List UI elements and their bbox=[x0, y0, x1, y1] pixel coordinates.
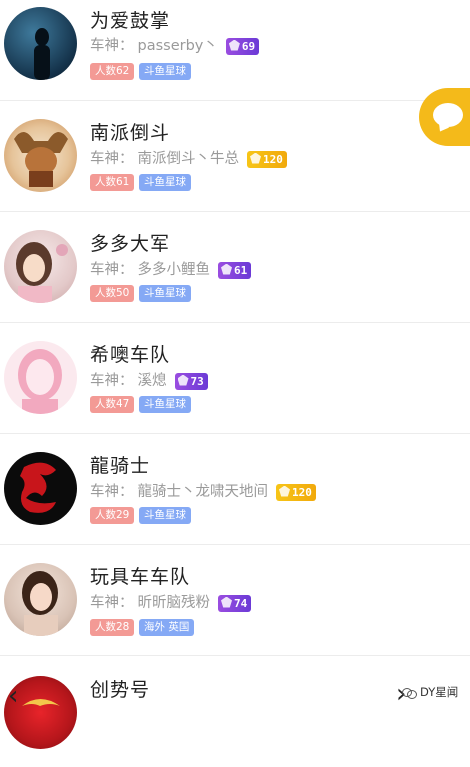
car-god-line: 车神： passerby丶 69 bbox=[90, 34, 260, 55]
level-gem-icon bbox=[177, 374, 189, 386]
chevron-left-icon[interactable]: ‹ bbox=[8, 683, 18, 709]
avatar-image bbox=[22, 571, 58, 636]
level-badge: 120 bbox=[276, 483, 316, 501]
car-god-label: 车神： bbox=[90, 262, 134, 278]
member-count-tag: 人数47 bbox=[90, 396, 135, 413]
floating-chat-button[interactable] bbox=[419, 88, 470, 146]
level-gem-icon bbox=[221, 263, 232, 275]
watermark: DY星闻 bbox=[402, 684, 458, 700]
member-count-tag: 人数28 bbox=[90, 619, 135, 636]
avatar-image bbox=[34, 28, 50, 80]
member-count-tag: 人数61 bbox=[90, 174, 135, 191]
car-god-line: 车神： 溪熄 73 bbox=[90, 369, 208, 390]
team-name: 玩具车车队 bbox=[90, 566, 191, 588]
level-gem-icon bbox=[279, 485, 290, 497]
level-value: 74 bbox=[234, 596, 248, 610]
source-tag: 斗鱼星球 bbox=[139, 285, 191, 302]
car-god-label: 车神： bbox=[90, 373, 134, 389]
car-god-label: 车神： bbox=[90, 151, 134, 167]
avatar-image bbox=[18, 349, 62, 414]
team-name: 多多大军 bbox=[90, 233, 171, 255]
team-avatar bbox=[4, 230, 77, 303]
level-value: 120 bbox=[292, 485, 312, 499]
level-badge: 120 bbox=[247, 150, 287, 168]
source-tag: 斗鱼星球 bbox=[139, 507, 191, 524]
source-tag: 海外 英国 bbox=[139, 619, 195, 636]
team-row[interactable]: 为爱鼓掌 车神： passerby丶 69 人数62 斗鱼星球 bbox=[0, 0, 470, 101]
car-god-line: 车神： 南派倒斗丶牛总 120 bbox=[90, 147, 287, 168]
level-value: 69 bbox=[241, 39, 256, 53]
level-gem-icon bbox=[221, 596, 232, 608]
member-count-tag: 人数62 bbox=[90, 63, 135, 80]
team-avatar bbox=[4, 119, 77, 192]
level-badge: 69 bbox=[225, 37, 260, 55]
avatar-image bbox=[20, 462, 56, 513]
team-name: 创势号 bbox=[90, 679, 151, 701]
chat-bubble-icon bbox=[433, 103, 463, 127]
car-god-name: 昕昕脑残粉 bbox=[137, 595, 211, 611]
level-gem-icon bbox=[250, 152, 261, 164]
member-count-tag: 人数29 bbox=[90, 507, 135, 524]
team-avatar bbox=[4, 341, 77, 414]
avatar-image bbox=[16, 242, 68, 303]
car-god-line: 车神： 昕昕脑残粉 74 bbox=[90, 591, 252, 612]
member-count-tag: 人数50 bbox=[90, 285, 135, 302]
level-badge: 74 bbox=[218, 594, 252, 612]
team-avatar bbox=[4, 452, 77, 525]
team-row[interactable]: 希噢车队 车神： 溪熄 73 人数47 斗鱼星球 bbox=[0, 323, 470, 434]
team-name: 南派倒斗 bbox=[90, 122, 171, 144]
wechat-icon bbox=[402, 687, 417, 699]
team-avatar bbox=[4, 563, 77, 636]
car-god-line: 车神： 多多小鲤鱼 61 bbox=[90, 258, 252, 279]
level-value: 73 bbox=[190, 374, 204, 388]
team-row[interactable]: 多多大军 车神： 多多小鲤鱼 61 人数50 斗鱼星球 bbox=[0, 212, 470, 323]
team-row[interactable]: 创势号 bbox=[0, 656, 470, 767]
team-row[interactable]: 玩具车车队 车神： 昕昕脑残粉 74 人数28 海外 英国 bbox=[0, 545, 470, 656]
team-name: 为爱鼓掌 bbox=[90, 10, 171, 32]
source-tag: 斗鱼星球 bbox=[139, 396, 191, 413]
car-god-name: 南派倒斗丶牛总 bbox=[137, 151, 240, 167]
watermark-text: DY星闻 bbox=[420, 685, 459, 699]
car-god-line: 车神： 龍骑士丶龙啸天地间 120 bbox=[90, 480, 316, 501]
level-badge: 61 bbox=[218, 261, 252, 279]
car-god-label: 车神： bbox=[90, 484, 134, 500]
avatar-image bbox=[14, 131, 68, 187]
car-god-name: 龍骑士丶龙啸天地间 bbox=[137, 484, 269, 500]
car-god-name: 多多小鲤鱼 bbox=[137, 262, 211, 278]
car-god-name: passerby丶 bbox=[137, 38, 218, 54]
source-tag: 斗鱼星球 bbox=[139, 174, 191, 191]
level-gem-icon bbox=[228, 39, 240, 51]
level-value: 61 bbox=[234, 263, 248, 277]
team-row[interactable]: 南派倒斗 车神： 南派倒斗丶牛总 120 人数61 斗鱼星球 bbox=[0, 101, 470, 212]
level-badge: 73 bbox=[174, 372, 208, 390]
car-god-label: 车神： bbox=[90, 595, 134, 611]
team-row[interactable]: 龍骑士 车神： 龍骑士丶龙啸天地间 120 人数29 斗鱼星球 bbox=[0, 434, 470, 545]
source-tag: 斗鱼星球 bbox=[139, 63, 191, 80]
team-avatar bbox=[4, 7, 77, 80]
car-god-name: 溪熄 bbox=[137, 373, 167, 389]
team-name: 希噢车队 bbox=[90, 344, 171, 366]
level-value: 120 bbox=[263, 152, 283, 166]
car-god-label: 车神： bbox=[90, 38, 134, 54]
team-name: 龍骑士 bbox=[90, 455, 151, 477]
